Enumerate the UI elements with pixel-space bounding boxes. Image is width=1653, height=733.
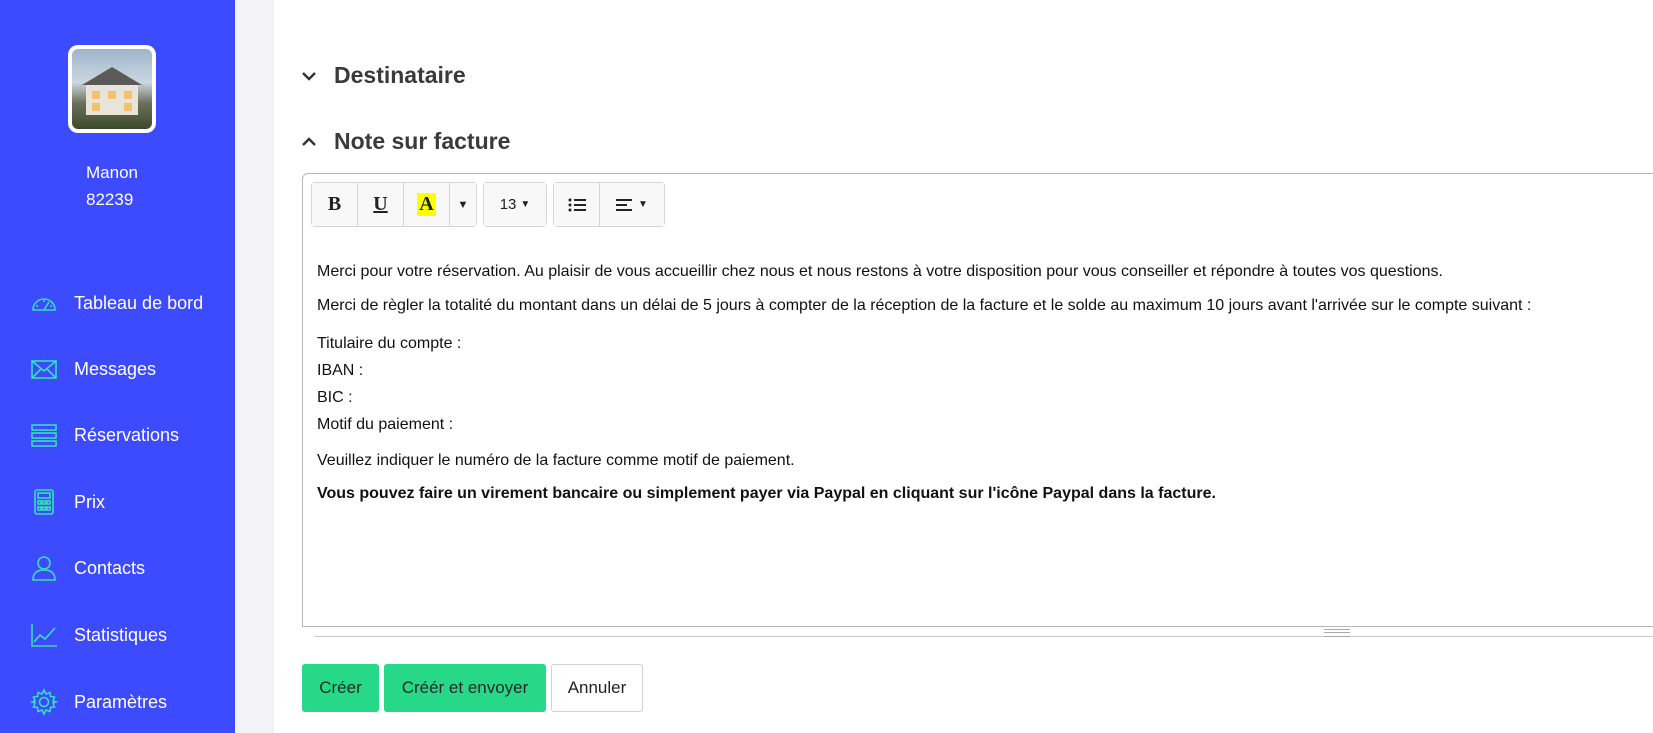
sidebar-item-label: Paramètres <box>74 691 168 712</box>
sidebar-item-label: Contacts <box>74 557 146 578</box>
sidebar-item-settings[interactable]: Paramètres <box>30 682 167 722</box>
underline-button[interactable]: U <box>358 183 404 226</box>
caret-down-icon: ▼ <box>520 199 531 210</box>
list-icon <box>30 421 58 449</box>
section-title: Note sur facture <box>334 128 511 154</box>
iban-line: IBAN : <box>317 361 364 379</box>
calculator-icon <box>30 488 58 516</box>
sidebar-item-reservations[interactable]: Réservations <box>30 415 179 455</box>
account-holder-line: Titulaire du compte : <box>317 334 462 352</box>
sidebar-item-statistics[interactable]: Statistiques <box>30 615 167 655</box>
sidebar-item-label: Tableau de bord <box>74 292 204 313</box>
section-note-toggle[interactable]: Note sur facture <box>300 128 510 155</box>
sidebar-item-label: Messages <box>74 358 157 379</box>
bic-line: BIC : <box>317 388 353 406</box>
sidebar-item-messages[interactable]: Messages <box>30 349 156 389</box>
envelope-icon <box>30 355 58 383</box>
caret-down-icon: ▼ <box>457 198 469 211</box>
editor-bottom-border <box>314 636 1653 637</box>
rich-text-editor[interactable]: B U A ▼ 13 ▼ ▼ Merci pour votre réservat… <box>302 173 1653 627</box>
dashboard-gauge-icon <box>30 289 58 317</box>
caret-down-icon: ▼ <box>638 199 648 210</box>
paragraph-group: ▼ <box>553 182 665 227</box>
chevron-down-icon <box>300 67 318 85</box>
font-size-dropdown[interactable]: 13 ▼ <box>484 183 546 226</box>
align-left-icon <box>616 198 633 211</box>
sidebar-item-contacts[interactable]: Contacts <box>30 548 145 588</box>
editor-content[interactable]: Merci pour votre réservation. Au plaisir… <box>317 262 1653 518</box>
form-actions: Créer Créér et envoyer Annuler <box>302 664 648 712</box>
format-group: B U A ▼ <box>311 182 477 227</box>
user-icon <box>30 554 58 582</box>
section-title: Destinataire <box>334 62 466 88</box>
payment-reason-line: Motif du paiement : <box>317 415 454 433</box>
paragraph-paypal: Vous pouvez faire un virement bancaire o… <box>317 485 1216 503</box>
sidebar-item-prices[interactable]: Prix <box>30 482 105 522</box>
paragraph-thanks: Merci pour votre réservation. Au plaisir… <box>317 263 1443 280</box>
gear-icon <box>30 688 58 716</box>
bullet-list-button[interactable] <box>554 183 600 226</box>
section-recipient-toggle[interactable]: Destinataire <box>300 62 466 89</box>
create-button[interactable]: Créer <box>302 664 379 712</box>
line-chart-icon <box>30 621 58 649</box>
bold-button[interactable]: B <box>312 183 358 226</box>
sidebar: Manon 82239 Tableau de bord Messages Rés… <box>0 0 235 733</box>
property-avatar[interactable] <box>68 45 156 133</box>
sidebar-item-dashboard[interactable]: Tableau de bord <box>30 283 203 323</box>
user-id: 82239 <box>86 190 134 209</box>
sidebar-item-label: Statistiques <box>74 624 168 645</box>
font-size-group: 13 ▼ <box>483 182 547 227</box>
main-panel: Destinataire Note sur facture B U A ▼ 13… <box>274 0 1653 733</box>
font-size-value: 13 <box>499 196 517 213</box>
sidebar-item-label: Prix <box>74 491 105 512</box>
highlight-color-dropdown[interactable]: ▼ <box>450 183 476 226</box>
cancel-button[interactable]: Annuler <box>551 664 643 712</box>
highlight-button[interactable]: A <box>404 183 450 226</box>
user-name: Manon <box>86 163 138 182</box>
editor-toolbar: B U A ▼ 13 ▼ ▼ <box>311 182 671 227</box>
paragraph-invoice-reference: Veuillez indiquer le numéro de la factur… <box>317 451 795 469</box>
align-dropdown[interactable]: ▼ <box>600 183 664 226</box>
paragraph-payment-terms: Merci de règler la totalité du montant d… <box>317 296 1532 314</box>
chevron-up-icon <box>300 133 318 151</box>
sidebar-item-label: Réservations <box>74 424 180 445</box>
editor-resize-handle[interactable] <box>1324 629 1350 637</box>
house-photo <box>72 49 152 129</box>
create-and-send-button[interactable]: Créér et envoyer <box>384 664 546 712</box>
bank-details: Titulaire du compte : IBAN : BIC : Motif… <box>317 330 1653 438</box>
bullet-list-icon <box>568 198 586 211</box>
highlight-icon: A <box>417 193 436 216</box>
